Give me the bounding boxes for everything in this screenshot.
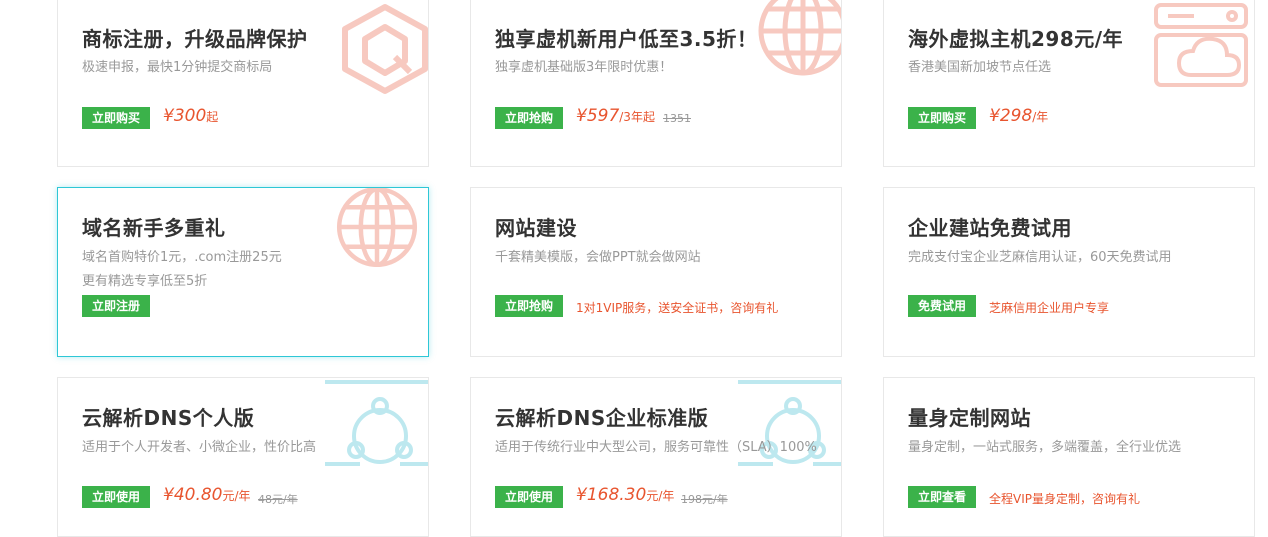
- price-unit: 元/年: [646, 489, 675, 503]
- grab-now-button[interactable]: 立即抢购: [495, 107, 564, 129]
- price-unit: /年: [1032, 110, 1049, 124]
- promo-note: 芝麻信用企业用户专享: [989, 301, 1110, 315]
- card-description: 完成支付宝企业芝麻信用认证，60天免费试用: [908, 250, 1172, 265]
- card-description: 千套精美模版，会做PPT就会做网站: [495, 250, 701, 265]
- price-value: ¥298: [989, 106, 1033, 126]
- card-title: 域名新手多重礼: [82, 216, 226, 240]
- promo-card-trademark[interactable]: 商标注册，升级品牌保护 极速申报，最快1分钟提交商标局 立即购买 ¥300起: [57, 0, 429, 167]
- card-description: 独享虚机基础版3年限时优惠！: [495, 60, 673, 75]
- promo-card-vhost[interactable]: 独享虚机新用户低至3.5折！ 独享虚机基础版3年限时优惠！ 立即抢购 ¥597/…: [470, 0, 842, 167]
- price: ¥300起: [163, 106, 218, 126]
- grab-now-button[interactable]: 立即抢购: [495, 295, 564, 317]
- price-value: ¥300: [163, 106, 207, 126]
- card-description-secondary: 更有精选专享低至5折: [82, 274, 208, 289]
- use-now-button[interactable]: 立即使用: [82, 486, 151, 508]
- cloud-server-icon: [1154, 3, 1248, 87]
- globe-icon: [758, 0, 841, 76]
- card-description: 域名首购特价1元，.com注册25元: [82, 250, 282, 265]
- promo-card-dns-enterprise[interactable]: 云解析DNS企业标准版 适用于传统行业中大型公司，服务可靠性（SLA）100% …: [470, 377, 842, 537]
- card-description: 适用于个人开发者、小微企业，性价比高: [82, 440, 317, 455]
- price-value: ¥40.80: [163, 485, 223, 505]
- original-price: 48元/年: [258, 493, 298, 506]
- card-title: 商标注册，升级品牌保护: [82, 27, 308, 51]
- promo-card-custom-website[interactable]: 量身定制网站 量身定制，一站式服务，多端覆盖，全行业优选 立即查看 全程VIP量…: [883, 377, 1255, 537]
- view-now-button[interactable]: 立即查看: [908, 486, 977, 508]
- promo-note: 全程VIP量身定制，咨询有礼: [989, 492, 1140, 506]
- price: ¥168.30元/年: [576, 485, 674, 505]
- card-title: 云解析DNS企业标准版: [495, 406, 709, 430]
- card-description: 适用于传统行业中大型公司，服务可靠性（SLA）100%: [495, 440, 817, 455]
- promo-card-enterprise-trial[interactable]: 企业建站免费试用 完成支付宝企业芝麻信用认证，60天免费试用 免费试用 芝麻信用…: [883, 187, 1255, 357]
- promo-card-website-build[interactable]: 网站建设 千套精美模版，会做PPT就会做网站 立即抢购 1对1VIP服务，送安全…: [470, 187, 842, 357]
- promo-card-overseas-host[interactable]: 海外虚拟主机298元/年 香港美国新加坡节点任选 立即购买 ¥298/年: [883, 0, 1255, 167]
- card-title: 海外虚拟主机298元/年: [908, 27, 1124, 51]
- card-description: 香港美国新加坡节点任选: [908, 60, 1052, 75]
- card-description: 量身定制，一站式服务，多端覆盖，全行业优选: [908, 440, 1182, 455]
- card-title: 企业建站免费试用: [908, 216, 1072, 240]
- original-price: 198元/年: [681, 493, 728, 506]
- buy-now-button[interactable]: 立即购买: [82, 107, 151, 129]
- price: ¥298/年: [989, 106, 1048, 126]
- price-value: ¥597: [576, 106, 620, 126]
- price-unit: /3年起: [619, 110, 655, 124]
- dns-network-icon: [325, 380, 428, 466]
- register-now-button[interactable]: 立即注册: [82, 295, 151, 317]
- promo-card-domain[interactable]: 域名新手多重礼 域名首购特价1元，.com注册25元 更有精选专享低至5折 立即…: [57, 187, 429, 357]
- promo-card-dns-personal[interactable]: 云解析DNS个人版 适用于个人开发者、小微企业，性价比高 立即使用 ¥40.80…: [57, 377, 429, 537]
- card-title: 网站建设: [495, 216, 577, 240]
- card-description: 极速申报，最快1分钟提交商标局: [82, 60, 273, 75]
- card-title: 云解析DNS个人版: [82, 406, 255, 430]
- price: ¥597/3年起: [576, 106, 655, 126]
- buy-now-button[interactable]: 立即购买: [908, 107, 977, 129]
- price-unit: 起: [206, 110, 219, 124]
- dns-network-icon: [738, 380, 841, 466]
- free-trial-button[interactable]: 免费试用: [908, 295, 977, 317]
- original-price: 1351: [663, 112, 691, 125]
- price: ¥40.80元/年: [163, 485, 251, 505]
- promo-note: 1对1VIP服务，送安全证书，咨询有礼: [576, 301, 779, 315]
- card-title: 量身定制网站: [908, 406, 1031, 430]
- trademark-icon: [342, 4, 428, 94]
- globe-icon: [336, 188, 418, 268]
- price-value: ¥168.30: [576, 485, 647, 505]
- card-title: 独享虚机新用户低至3.5折！: [495, 27, 758, 51]
- use-now-button[interactable]: 立即使用: [495, 486, 564, 508]
- price-unit: 元/年: [222, 489, 251, 503]
